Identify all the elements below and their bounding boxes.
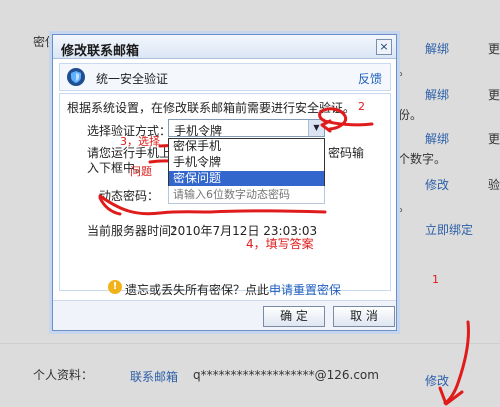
option-security-phone[interactable]: 密保手机 — [169, 139, 324, 154]
option-phone-token[interactable]: 手机令牌 — [169, 155, 324, 170]
method-dropdown: 密保手机 手机令牌 密保问题 — [168, 138, 325, 186]
arrow-to-select-head — [320, 119, 332, 133]
annotation-step-3a: 3，选择 — [120, 135, 160, 148]
option-security-question[interactable]: 密保问题 — [169, 171, 324, 186]
scribble-code-row — [98, 194, 327, 216]
annotation-step-4: 4，填写答案 — [246, 237, 314, 251]
annotation-step-2: 2 — [358, 100, 365, 113]
red-annotation-scribbles — [98, 107, 470, 406]
annotation-step-3b: 问题 — [130, 165, 152, 178]
big-arrow-bottom-right — [443, 320, 470, 405]
annotation-step-1: 1 — [432, 273, 439, 286]
